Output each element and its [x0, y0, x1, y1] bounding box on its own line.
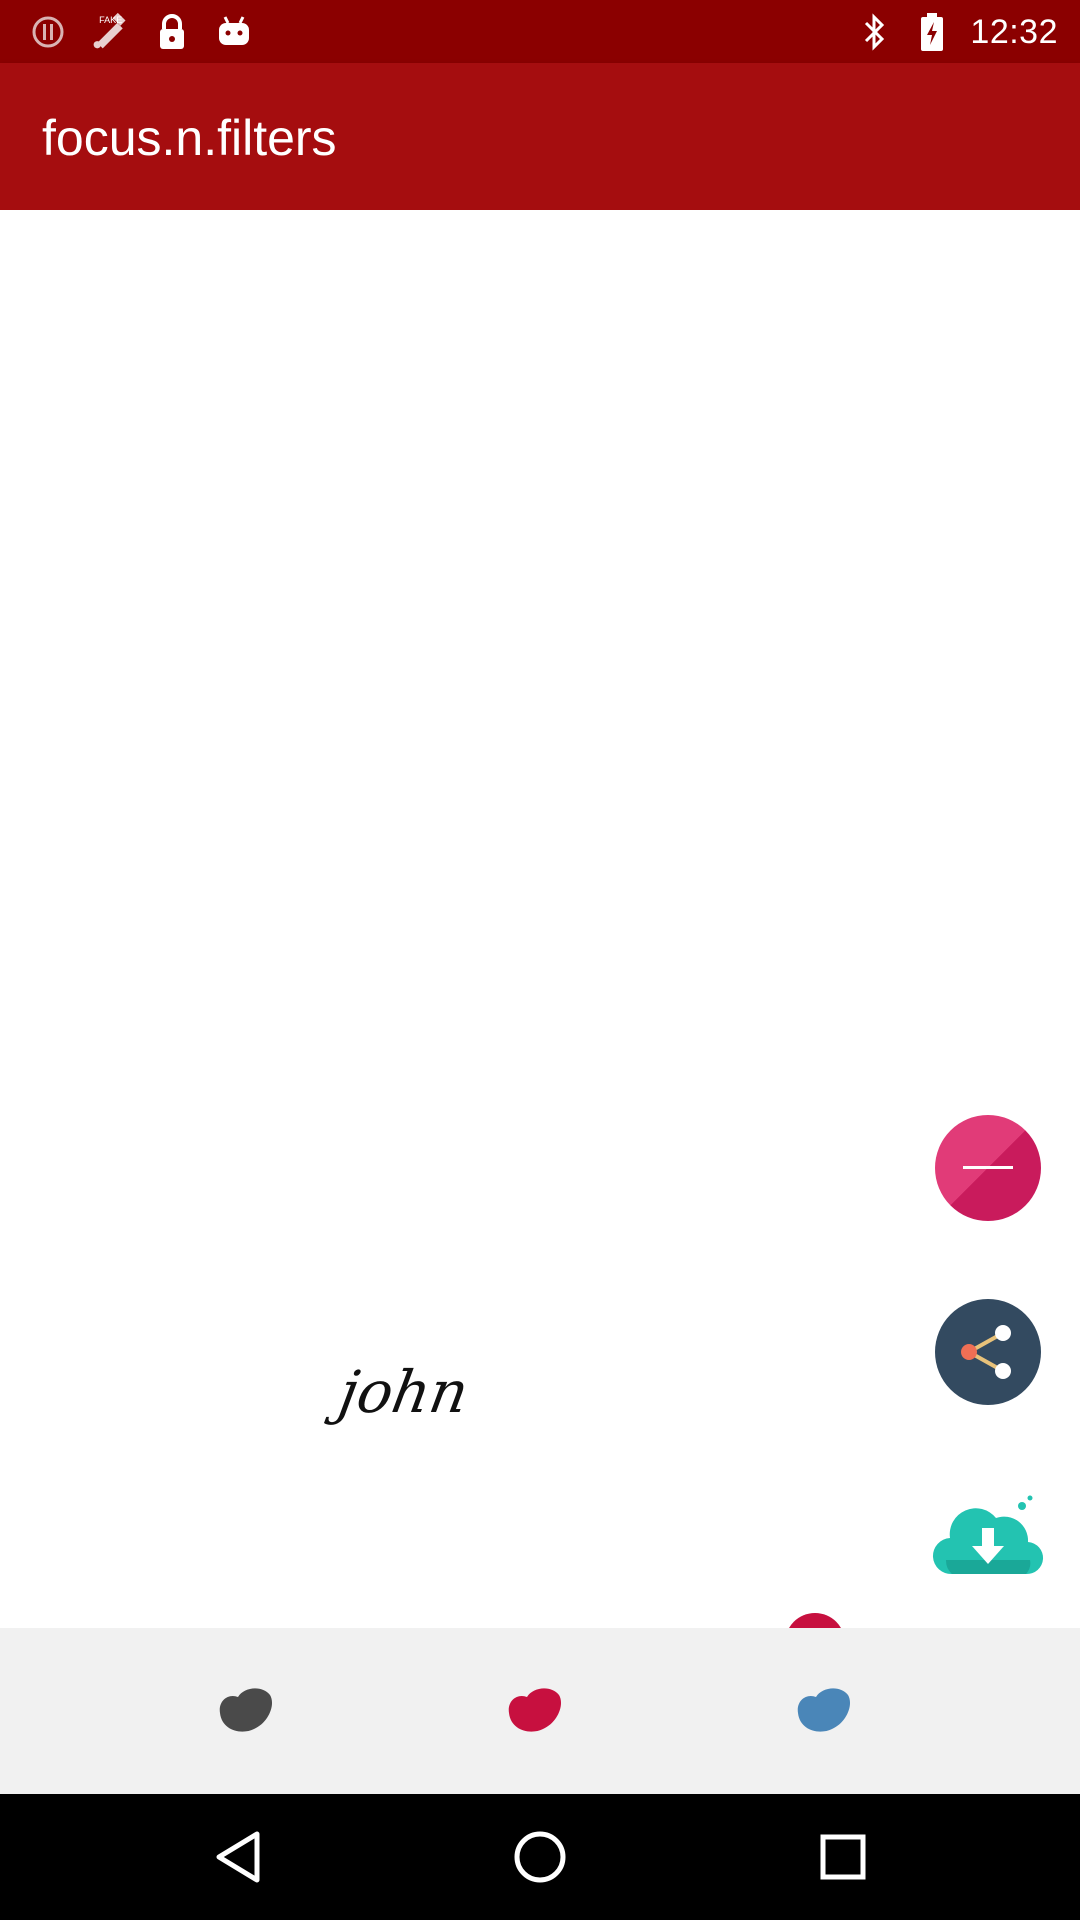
- app-bar: focus.n.filters: [0, 63, 1080, 210]
- color-swatch-red[interactable]: [503, 1683, 563, 1735]
- share-icon: [961, 1325, 1011, 1379]
- color-swatch-dark[interactable]: [214, 1683, 274, 1735]
- battery-charging-icon: [912, 12, 952, 52]
- home-button[interactable]: [505, 1822, 575, 1892]
- color-swatch-peek: [785, 1613, 845, 1628]
- recent-apps-button[interactable]: [808, 1822, 878, 1892]
- alert-icon: [28, 12, 68, 52]
- android-icon: [214, 12, 254, 52]
- signature-text: john: [334, 1358, 474, 1426]
- cloud-download-icon: [932, 1495, 1044, 1575]
- back-button[interactable]: [203, 1822, 273, 1892]
- navigation-bar: [0, 1794, 1080, 1920]
- recent-apps-icon: [820, 1834, 866, 1880]
- back-icon: [216, 1831, 260, 1883]
- status-time: 12:32: [970, 12, 1058, 51]
- bluetooth-icon: [854, 12, 894, 52]
- color-palette: [0, 1628, 1080, 1794]
- status-icons-right: 12:32: [854, 10, 1058, 54]
- minus-button[interactable]: [935, 1115, 1041, 1221]
- drawing-canvas[interactable]: john: [0, 210, 1080, 1628]
- share-button[interactable]: [935, 1299, 1041, 1405]
- app-title: focus.n.filters: [42, 110, 337, 166]
- svg-text:FAKE: FAKE: [99, 15, 122, 25]
- lock-icon: [152, 12, 192, 52]
- color-swatch-blue[interactable]: [792, 1683, 852, 1735]
- fake-gps-icon: FAKE: [90, 12, 130, 52]
- home-icon: [514, 1831, 566, 1883]
- status-bar: FAKE 12:32: [0, 0, 1080, 63]
- minus-icon: [963, 1166, 1013, 1169]
- download-button[interactable]: [932, 1490, 1044, 1580]
- status-icons-left: FAKE: [28, 10, 254, 54]
